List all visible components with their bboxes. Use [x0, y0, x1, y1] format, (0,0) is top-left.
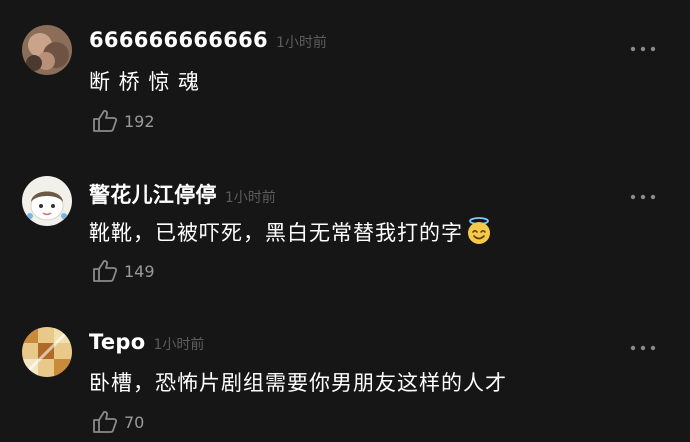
comment-text: 靴靴，已被吓死，黑白无常替我打的字: [89, 217, 493, 247]
thumbs-up-icon: [93, 260, 118, 282]
like-button[interactable]: 149: [92, 259, 155, 283]
comment-text: 卧槽，恐怖片剧组需要你男朋友这样的人才: [89, 371, 507, 395]
username[interactable]: 666666666666: [89, 28, 268, 52]
more-options-button[interactable]: [630, 186, 656, 200]
username[interactable]: 警花儿江停停: [89, 179, 217, 209]
more-options-icon: [630, 345, 656, 351]
like-button[interactable]: 192: [92, 109, 155, 133]
like-count: 70: [124, 412, 145, 432]
avatar-photo-icon: [22, 25, 72, 75]
comment-header: 666666666666 1小时前: [89, 28, 327, 52]
avatar-cartoon-icon: [22, 176, 72, 226]
avatar[interactable]: [22, 176, 72, 226]
more-options-icon: [630, 46, 656, 52]
username[interactable]: Tepo: [89, 330, 145, 354]
comment-text: 断 桥 惊 魂: [89, 70, 201, 94]
avatar[interactable]: [22, 327, 72, 377]
more-options-icon: [630, 194, 656, 200]
comment-header: 警花儿江停停 1小时前: [89, 179, 276, 209]
thumbs-up-icon: [93, 411, 118, 433]
like-button[interactable]: 70: [92, 410, 144, 434]
more-options-button[interactable]: [630, 38, 656, 52]
like-count: 149: [124, 261, 155, 281]
avatar[interactable]: [22, 25, 72, 75]
timestamp: 1小时前: [224, 190, 276, 206]
timestamp: 1小时前: [275, 35, 327, 51]
avatar-pattern-icon: [22, 327, 72, 377]
smiling-face-with-halo-icon: [468, 217, 490, 244]
more-options-button[interactable]: [630, 337, 656, 351]
thumbs-up-icon: [93, 110, 118, 132]
like-count: 192: [124, 111, 155, 131]
timestamp: 1小时前: [153, 337, 205, 353]
comment-text-content: 靴靴，已被吓死，黑白无常替我打的字: [89, 221, 463, 245]
comment-header: Tepo 1小时前: [89, 330, 204, 354]
